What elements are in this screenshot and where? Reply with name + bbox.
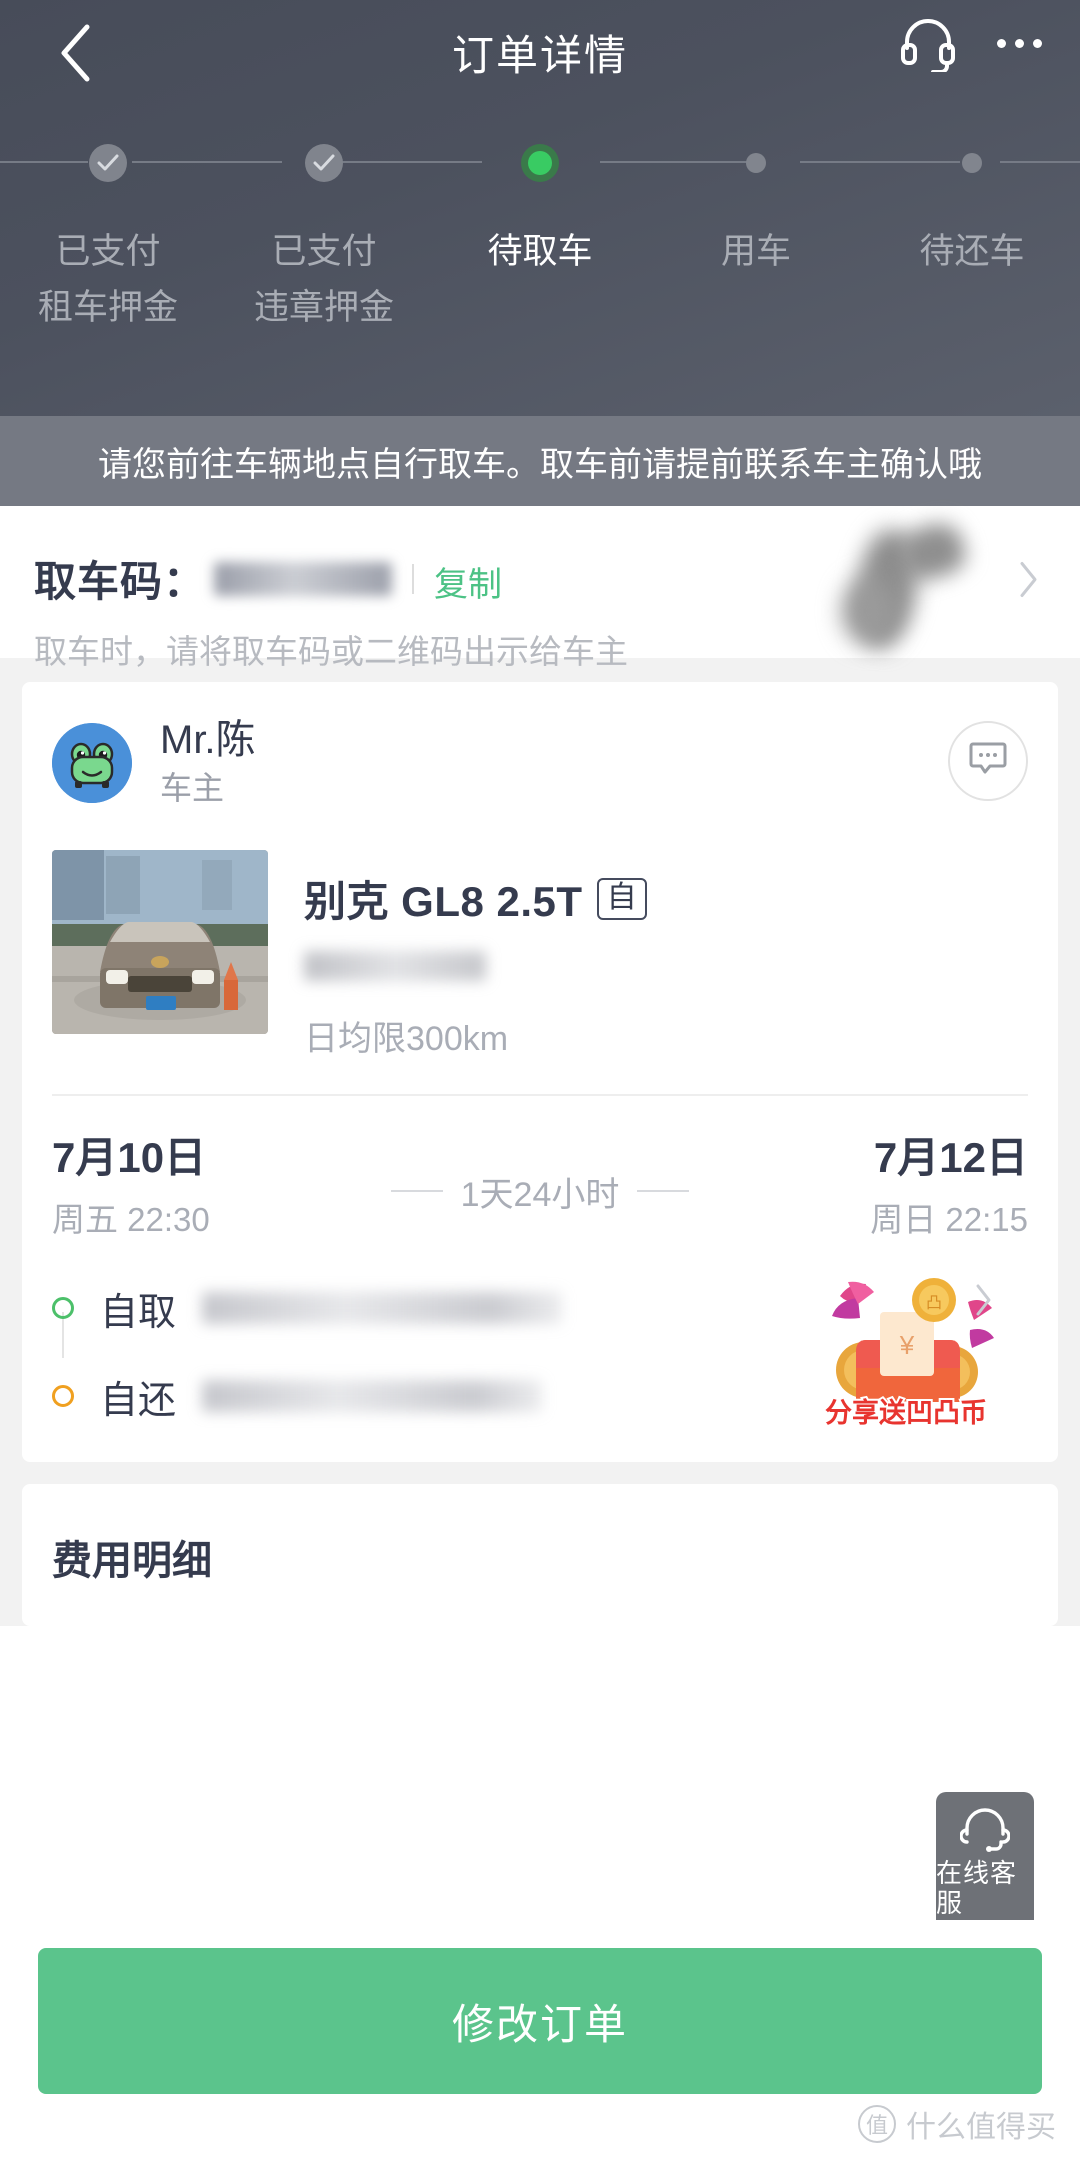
nav-right-actions xyxy=(899,14,1052,72)
rental-start-date: 7月10日 xyxy=(52,1134,207,1181)
share-reward-coins-icon: 凸 凸 ¥ 凸 分享送凹凸币 xyxy=(823,1278,994,1430)
online-customer-service-label: 在线客服 xyxy=(936,1858,1018,1918)
order-progress-stepper: 已支付 租车押金 已支付 违章押金 待取车 用车 待还车 xyxy=(0,112,1080,412)
stepper-label-5-top: 待还车 xyxy=(919,232,1025,271)
rental-duration: 1天24小时 xyxy=(352,1157,728,1216)
watermark-badge: 值 xyxy=(858,2105,896,2143)
watermark: 值 什么值得买 xyxy=(858,2102,1056,2146)
fee-detail-section[interactable]: 费用明细 xyxy=(22,1484,1058,1626)
rental-end-time: 周日 22:15 xyxy=(870,1201,1028,1238)
pending-step-dot-icon xyxy=(953,144,991,182)
online-customer-service-button[interactable]: 在线客服 xyxy=(936,1792,1034,1932)
stepper-label-4: 用车 xyxy=(648,224,864,336)
rental-start-time: 周五 22:30 xyxy=(52,1201,210,1238)
stepper-labels: 已支付 租车押金 已支付 违章押金 待取车 用车 待还车 xyxy=(0,224,1080,336)
stepper-label-5: 待还车 xyxy=(864,224,1080,336)
avatar[interactable] xyxy=(52,723,132,803)
pending-step-dot-icon xyxy=(737,144,775,182)
svg-text:凸: 凸 xyxy=(926,1295,942,1312)
frog-avatar-icon xyxy=(52,723,132,803)
stepper-label-2: 已支付 违章押金 xyxy=(216,224,432,336)
chat-with-owner-button[interactable] xyxy=(948,721,1028,801)
owner-role: 车主 xyxy=(160,770,225,806)
owner-row[interactable]: Mr.陈 车主 xyxy=(52,682,1028,840)
headset-icon[interactable] xyxy=(899,14,957,72)
share-reward-promo-banner[interactable]: 凸 凸 ¥ 凸 分享送凹凸币 xyxy=(818,1272,994,1432)
svg-text:¥: ¥ xyxy=(899,1330,915,1360)
fee-detail-title: 费用明细 xyxy=(52,1539,212,1583)
pickup-code-label: 取车码： xyxy=(34,558,207,605)
owner-text: Mr.陈 车主 xyxy=(160,716,256,810)
rental-end-date: 7月12日 xyxy=(873,1134,1028,1181)
order-detail-card: Mr.陈 车主 别克 GL8 2.5T 自 日均限300km 7月10日 周五 … xyxy=(22,682,1058,1462)
pickup-code-value-masked xyxy=(214,561,393,596)
owner-name: Mr.陈 xyxy=(160,718,256,762)
stepper-label-3-top: 待取车 xyxy=(487,232,593,271)
rental-period-row: 7月10日 周五 22:30 1天24小时 7月12日 周日 22:15 xyxy=(52,1096,1028,1268)
pickup-code-section[interactable]: 取车码： 复制 取车时，请将取车码或二维码出示给车主 xyxy=(0,506,1080,670)
svg-text:分享送凹凸币: 分享送凹凸币 xyxy=(825,1397,987,1428)
stepper-label-2-bottom: 违章押金 xyxy=(253,288,394,327)
return-dot-icon xyxy=(52,1385,74,1407)
stepper-label-3: 待取车 xyxy=(432,224,648,336)
duration-line-right xyxy=(637,1190,690,1192)
car-photo-thumbnail[interactable] xyxy=(52,850,268,1034)
check-icon xyxy=(305,144,343,182)
copy-code-button[interactable]: 复制 xyxy=(434,557,502,606)
rental-duration-text: 1天24小时 xyxy=(460,1175,620,1214)
return-address-masked xyxy=(202,1380,543,1412)
pickup-dot-icon xyxy=(52,1297,74,1319)
return-location-label: 自还 xyxy=(100,1379,177,1422)
rental-end: 7月12日 周日 22:15 xyxy=(728,1130,1028,1242)
stepper-label-1-top: 已支付 xyxy=(55,232,161,271)
chevron-right-icon xyxy=(1018,560,1040,605)
stepper-label-1: 已支付 租车押金 xyxy=(0,224,216,336)
divider xyxy=(412,563,415,594)
page-body: 取车码： 复制 取车时，请将取车码或二维码出示给车主 Mr.陈 车主 别克 GL… xyxy=(0,506,1080,1626)
chat-bubble-icon xyxy=(968,740,1008,783)
stepper-label-2-top: 已支付 xyxy=(271,232,377,271)
mileage-limit-text: 日均限300km xyxy=(304,1020,509,1058)
car-model-name: 别克 GL8 2.5T xyxy=(304,878,583,925)
duration-line-left xyxy=(390,1190,443,1192)
watermark-text: 什么值得买 xyxy=(906,2111,1056,2144)
license-plate-masked xyxy=(304,951,486,981)
stepper-label-4-top: 用车 xyxy=(720,232,791,271)
pickup-notice-text: 请您前往车辆地点自行取车。取车前请提前联系车主确认哦 xyxy=(98,445,982,484)
rental-start: 7月10日 周五 22:30 xyxy=(52,1130,352,1242)
car-info: 别克 GL8 2.5T 自 日均限300km xyxy=(304,850,648,1060)
more-dots-icon[interactable] xyxy=(987,21,1052,66)
pickup-location-label: 自取 xyxy=(100,1291,177,1334)
transmission-tag: 自 xyxy=(596,877,648,920)
stepper-label-1-bottom: 租车押金 xyxy=(37,288,178,327)
car-row[interactable]: 别克 GL8 2.5T 自 日均限300km xyxy=(52,840,1028,1094)
active-step-dot-icon xyxy=(521,144,559,182)
car-title-row: 别克 GL8 2.5T 自 xyxy=(304,868,648,929)
navigation-bar: 订单详情 xyxy=(0,0,1080,110)
modify-order-button[interactable]: 修改订单 xyxy=(38,1948,1042,2094)
locations-section: 自取 自还 凸 xyxy=(52,1268,1028,1462)
qr-code-thumbnail[interactable] xyxy=(822,517,992,654)
stepper-track xyxy=(0,144,1080,182)
app-header: 订单详情 已支付 租车押金 已支付 违章押金 待取车 用车 待还车 xyxy=(0,0,1080,416)
footer-action-bar: 修改订单 值 什么值得买 xyxy=(0,1920,1080,2160)
chevron-right-icon xyxy=(974,1282,994,1318)
check-icon xyxy=(89,144,127,182)
pickup-address-masked xyxy=(202,1292,563,1324)
headset-icon xyxy=(960,1806,1010,1852)
pickup-notice-banner: 请您前往车辆地点自行取车。取车前请提前联系车主确认哦 xyxy=(0,416,1080,506)
